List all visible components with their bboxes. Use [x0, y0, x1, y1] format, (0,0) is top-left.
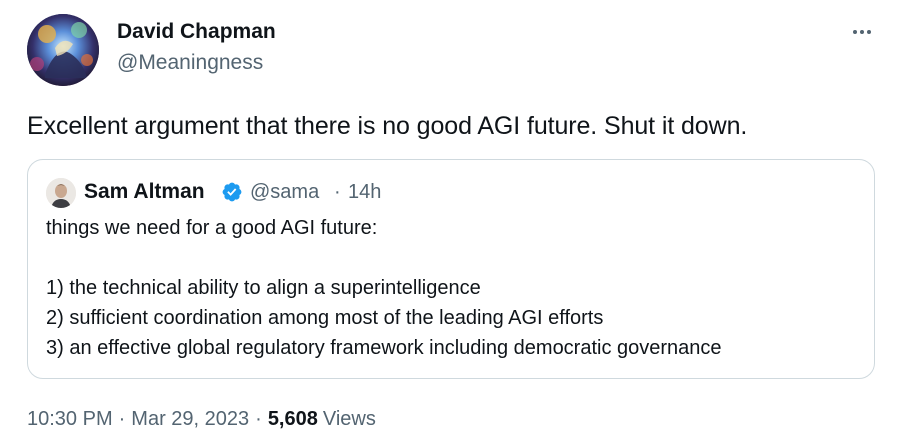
- tweet-text: Excellent argument that there is no good…: [27, 112, 748, 140]
- author-handle[interactable]: @Meaningness: [117, 51, 263, 75]
- quoted-text-line: 2) sufficient coordination among most of…: [46, 307, 604, 329]
- separator-dot: ·: [118, 408, 126, 430]
- tweet-meta: 10:30 PM · Mar 29, 2023 · 5,608 Views: [27, 408, 376, 431]
- quoted-author-avatar: [46, 178, 76, 208]
- quoted-tweet[interactable]: Sam Altman @sama · 14h things we need fo…: [27, 159, 875, 379]
- views-label: Views: [322, 408, 376, 430]
- verified-badge-icon: [222, 182, 242, 202]
- separator-dot: ·: [255, 408, 262, 430]
- quoted-author-name: Sam Altman: [84, 180, 205, 203]
- separator-dot: ·: [334, 181, 341, 203]
- tweet: David Chapman @Meaningness Excellent arg…: [0, 0, 906, 442]
- quoted-text-line: things we need for a good AGI future:: [46, 217, 378, 239]
- author-avatar[interactable]: [27, 14, 99, 86]
- author-avatar-image: [27, 14, 99, 86]
- tweet-date[interactable]: Mar 29, 2023: [131, 408, 249, 431]
- quoted-author-handle: @sama: [250, 181, 320, 203]
- quoted-author-avatar-image: [46, 178, 76, 208]
- views-count: 5,608: [267, 408, 318, 430]
- author-name[interactable]: David Chapman: [117, 20, 276, 44]
- quoted-timestamp[interactable]: 14h: [348, 181, 381, 204]
- more-horizontal-icon: [853, 30, 871, 34]
- tweet-time[interactable]: 10:30 PM: [27, 408, 113, 431]
- more-options-button[interactable]: [846, 20, 878, 44]
- quoted-text-line: 3) an effective global regulatory framew…: [46, 337, 722, 359]
- quoted-text-line: 1) the technical ability to align a supe…: [46, 277, 481, 299]
